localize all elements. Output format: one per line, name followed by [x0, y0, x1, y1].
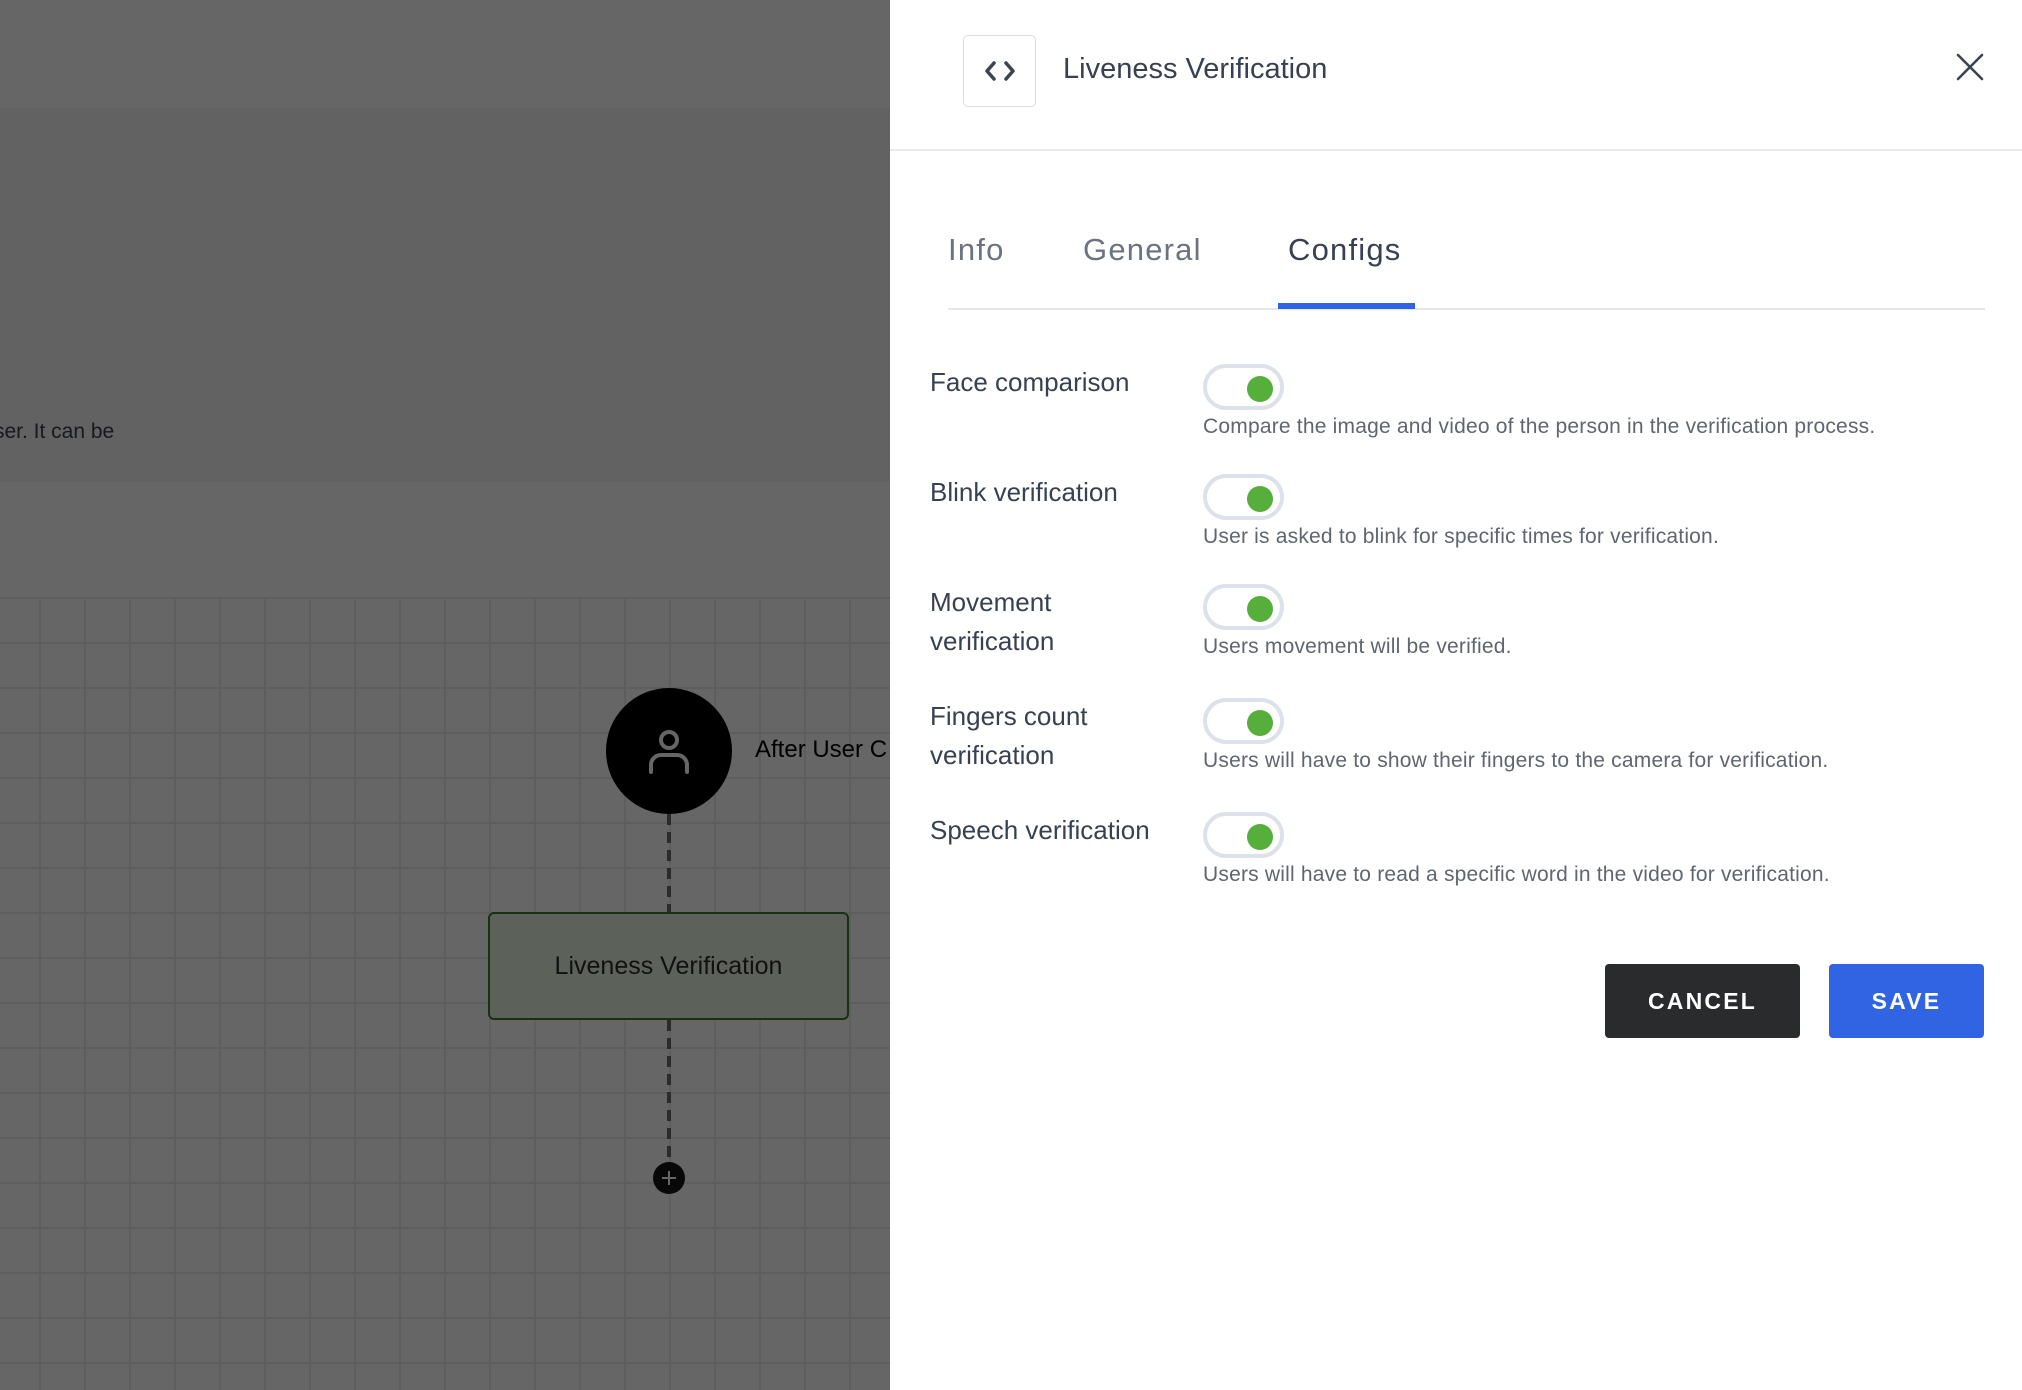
save-button[interactable]: SAVE	[1829, 964, 1984, 1038]
close-icon	[1956, 53, 1984, 81]
toggle-knob	[1247, 710, 1273, 736]
blink-verification-toggle[interactable]	[1203, 474, 1284, 520]
code-icon	[984, 61, 1015, 81]
drawer-header: Liveness Verification	[890, 0, 2022, 151]
toggle-knob	[1247, 596, 1273, 622]
cancel-button[interactable]: CANCEL	[1605, 964, 1800, 1038]
close-button[interactable]	[1950, 47, 1990, 87]
drawer-title: Liveness Verification	[1063, 53, 1328, 85]
drawer-tabs: Info General Configs	[948, 222, 1985, 310]
fingers-count-verification-toggle[interactable]	[1203, 698, 1284, 744]
config-drawer: Liveness Verification Info General Confi…	[890, 0, 2022, 1390]
config-description: Users movement will be verified.	[1203, 635, 1512, 658]
toggle-knob	[1247, 486, 1273, 512]
movement-verification-toggle[interactable]	[1203, 584, 1284, 630]
config-description: Users will have to show their fingers to…	[1203, 749, 1829, 772]
config-label: Movement verification	[930, 587, 1055, 656]
tab-info[interactable]: Info	[948, 232, 1005, 268]
speech-verification-toggle[interactable]	[1203, 812, 1284, 858]
config-description: Compare the image and video of the perso…	[1203, 415, 1876, 438]
active-tab-indicator	[1278, 303, 1415, 309]
code-icon-box	[963, 35, 1036, 107]
config-label: Speech verification	[930, 815, 1150, 845]
config-label: Fingers count verification	[930, 701, 1088, 770]
modal-overlay[interactable]	[0, 0, 890, 1390]
toggle-knob	[1247, 824, 1273, 850]
config-label: Face comparison	[930, 367, 1130, 397]
config-label: Blink verification	[930, 477, 1118, 507]
tab-configs[interactable]: Configs	[1288, 232, 1402, 268]
toggle-knob	[1247, 376, 1273, 402]
config-description: User is asked to blink for specific time…	[1203, 525, 1719, 548]
face-comparison-toggle[interactable]	[1203, 364, 1284, 410]
tab-general[interactable]: General	[1083, 232, 1202, 268]
config-description: Users will have to read a specific word …	[1203, 863, 1830, 886]
